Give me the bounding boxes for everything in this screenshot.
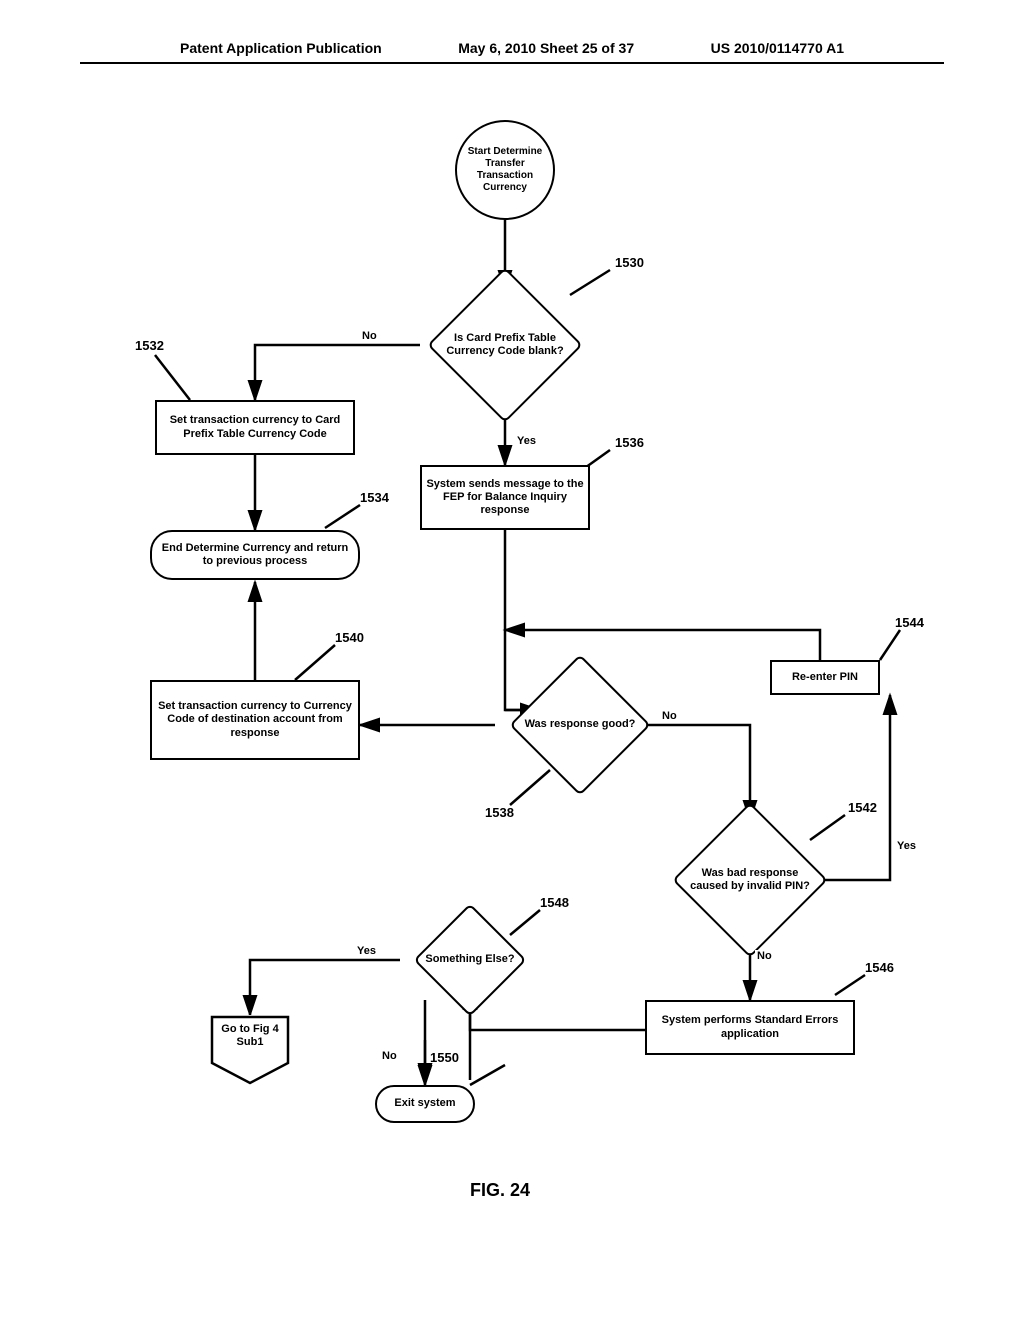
decision-1530-label: Is Card Prefix Table Currency Code blank… xyxy=(437,332,573,358)
decision-1538-label: Was response good? xyxy=(504,718,657,731)
ref-1532: 1532 xyxy=(135,338,164,353)
edge-1530-yes: Yes xyxy=(515,435,538,447)
header-left: Patent Application Publication xyxy=(180,40,382,56)
process-1532-label: Set transaction currency to Card Prefix … xyxy=(161,414,349,440)
offpage-label: Go to Fig 4 Sub1 xyxy=(210,1023,290,1049)
process-1536: System sends message to the FEP for Bala… xyxy=(420,465,590,530)
edge-1548-yes: Yes xyxy=(355,945,378,957)
process-1544-label: Re-enter PIN xyxy=(792,671,858,684)
figure-caption: FIG. 24 xyxy=(470,1180,530,1201)
decision-1548: Something Else? xyxy=(400,920,540,1000)
process-1536-label: System sends message to the FEP for Bala… xyxy=(426,478,584,518)
edge-1530-no: No xyxy=(360,330,379,342)
page: Patent Application Publication May 6, 20… xyxy=(0,0,1024,1320)
ref-1546: 1546 xyxy=(865,960,894,975)
process-1546: System performs Standard Errors applicat… xyxy=(645,1000,855,1055)
ref-1530: 1530 xyxy=(615,255,644,270)
edge-1538-no: No xyxy=(660,710,679,722)
ref-1538: 1538 xyxy=(485,805,514,820)
ref-1544: 1544 xyxy=(895,615,924,630)
process-1532: Set transaction currency to Card Prefix … xyxy=(155,400,355,455)
header-center: May 6, 2010 Sheet 25 of 37 xyxy=(458,40,634,56)
decision-1530: Is Card Prefix Table Currency Code blank… xyxy=(420,290,590,400)
ref-1550: 1550 xyxy=(430,1050,459,1065)
flowchart: Start Determine Transfer Transaction Cur… xyxy=(100,120,920,1220)
ref-1542: 1542 xyxy=(848,800,877,815)
start-label: Start Determine Transfer Transaction Cur… xyxy=(461,146,549,194)
decision-1548-label: Something Else? xyxy=(393,953,547,966)
ref-1540: 1540 xyxy=(335,630,364,645)
header-right: US 2010/0114770 A1 xyxy=(711,40,844,56)
terminator-1534: End Determine Currency and return to pre… xyxy=(150,530,360,580)
start-node: Start Determine Transfer Transaction Cur… xyxy=(455,120,555,220)
edge-1548-no: No xyxy=(380,1050,399,1062)
process-1544: Re-enter PIN xyxy=(770,660,880,695)
decision-1542: Was bad response caused by invalid PIN? xyxy=(675,820,825,940)
process-1546-label: System performs Standard Errors applicat… xyxy=(651,1014,849,1040)
ref-1534: 1534 xyxy=(360,490,389,505)
process-1540-label: Set transaction currency to Currency Cod… xyxy=(156,700,354,740)
ref-1548: 1548 xyxy=(540,895,569,910)
page-header: Patent Application Publication May 6, 20… xyxy=(80,0,944,64)
terminator-1550: Exit system xyxy=(375,1085,475,1123)
decision-1538: Was response good? xyxy=(495,675,665,775)
edge-1542-no: No xyxy=(755,950,774,962)
offpage-connector: Go to Fig 4 Sub1 xyxy=(210,1015,290,1085)
process-1540: Set transaction currency to Currency Cod… xyxy=(150,680,360,760)
ref-1536: 1536 xyxy=(615,435,644,450)
decision-1542-label: Was bad response caused by invalid PIN? xyxy=(690,867,810,893)
terminator-1550-label: Exit system xyxy=(394,1097,455,1110)
edge-1542-yes: Yes xyxy=(895,840,918,852)
terminator-1534-label: End Determine Currency and return to pre… xyxy=(156,542,354,568)
